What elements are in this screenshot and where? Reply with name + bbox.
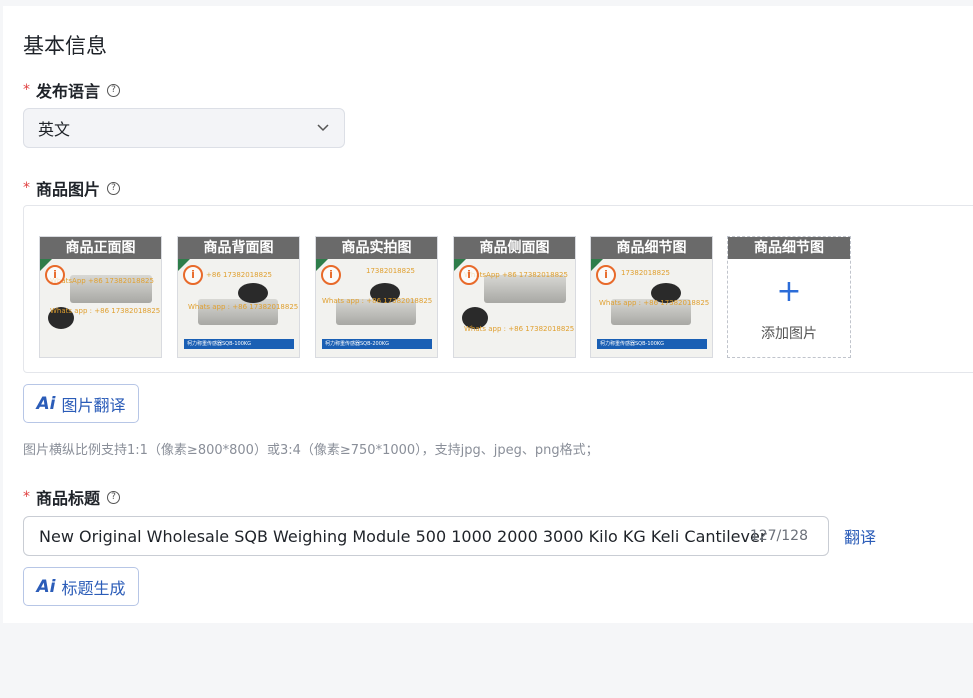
add-image-button[interactable]: 商品细节图 + 添加图片 <box>727 236 851 358</box>
image-translate-button[interactable]: Ai 图片翻译 <box>23 384 139 423</box>
images-label: * 商品图片 ? <box>23 176 121 200</box>
required-mark: * <box>23 180 30 196</box>
required-mark: * <box>23 82 30 98</box>
basic-info-card: 基本信息 * 发布语言 ? 英文 * 商品图片 ? 商品正面图 WhatsApp… <box>3 6 973 623</box>
language-label: * 发布语言 ? <box>23 78 121 102</box>
thumbnail-caption: 商品细节图 <box>591 237 712 259</box>
product-image-thumbnail[interactable]: 商品侧面图 WhatsApp +86 17382018825 Whats app… <box>453 236 576 358</box>
product-image-thumbnail[interactable]: 商品背面图 +86 17382018825 Whats app : +86 17… <box>177 236 300 358</box>
thumbnail-caption: 商品正面图 <box>40 237 161 259</box>
images-label-text: 商品图片 <box>36 180 101 199</box>
ai-icon: Ai <box>36 576 56 597</box>
thumbnail-caption: 商品背面图 <box>178 237 299 259</box>
thumbnail-caption: 商品侧面图 <box>454 237 575 259</box>
translate-link[interactable]: 翻译 <box>844 524 876 548</box>
char-counter: 127/128 <box>749 528 808 544</box>
image-translate-label: 图片翻译 <box>61 395 126 415</box>
info-icon: i <box>183 265 203 285</box>
language-select[interactable]: 英文 <box>23 108 345 148</box>
title-generate-button[interactable]: Ai 标题生成 <box>23 567 139 606</box>
section-title: 基本信息 <box>23 34 107 58</box>
info-icon: i <box>45 265 65 285</box>
product-title-label: * 商品标题 ? <box>23 485 121 509</box>
product-image-thumbnail[interactable]: 商品细节图 17382018825 Whats app : +86 173820… <box>590 236 713 358</box>
image-upload-area: 商品正面图 WhatsApp +86 17382018825 Whats app… <box>23 205 973 373</box>
plus-icon: + <box>776 274 802 309</box>
product-image-thumbnail[interactable]: 商品实拍图 17382018825 Whats app : +86 173820… <box>315 236 438 358</box>
required-mark: * <box>23 489 30 505</box>
chevron-down-icon <box>317 124 329 132</box>
image-format-hint: 图片横纵比例支持1:1（像素≥800*800）或3:4（像素≥750*1000）… <box>23 443 599 458</box>
language-label-text: 发布语言 <box>36 82 101 101</box>
add-image-label: 添加图片 <box>761 326 817 342</box>
product-title-label-text: 商品标题 <box>36 489 101 508</box>
ai-icon: Ai <box>36 393 56 414</box>
question-circle-icon[interactable]: ? <box>107 181 121 195</box>
info-icon: i <box>321 265 341 285</box>
product-banner: 柯力称重传感器SQB-100KG <box>597 339 707 349</box>
thumbnail-caption: 商品实拍图 <box>316 237 437 259</box>
title-generate-label: 标题生成 <box>61 578 126 598</box>
product-banner: 柯力称重传感器SQB-100KG <box>184 339 294 349</box>
product-title-input[interactable]: New Original Wholesale SQB Weighing Modu… <box>23 516 829 556</box>
product-title-value: New Original Wholesale SQB Weighing Modu… <box>39 526 767 546</box>
info-icon: i <box>459 265 479 285</box>
question-circle-icon[interactable]: ? <box>107 490 121 504</box>
add-slot-caption: 商品细节图 <box>728 237 850 259</box>
question-circle-icon[interactable]: ? <box>107 83 121 97</box>
product-image-thumbnail[interactable]: 商品正面图 WhatsApp +86 17382018825 Whats app… <box>39 236 162 358</box>
language-select-value: 英文 <box>38 120 71 139</box>
info-icon: i <box>596 265 616 285</box>
product-banner: 柯力称重传感器SQB-200KG <box>322 339 432 349</box>
